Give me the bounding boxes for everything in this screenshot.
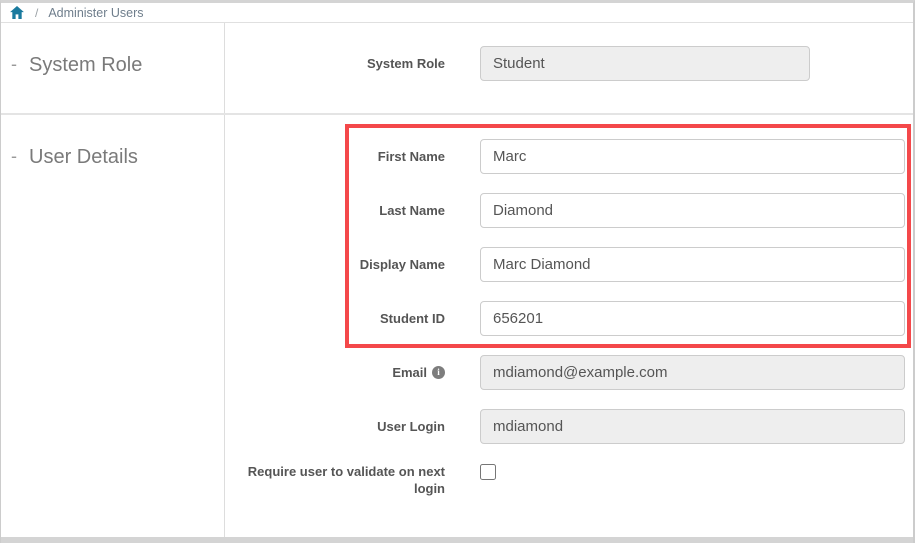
sidebar-heading-system-role[interactable]: - System Role (11, 53, 224, 77)
last-name-label: Last Name (225, 203, 445, 218)
sidebar-system-role: - System Role (1, 23, 225, 113)
first-name-field[interactable] (480, 139, 905, 174)
system-role-label: System Role (225, 56, 445, 71)
email-label: Email (392, 365, 427, 380)
sidebar-heading-label: System Role (29, 53, 142, 77)
home-icon[interactable] (10, 6, 24, 19)
sidebar-heading-label: User Details (29, 145, 138, 169)
user-login-row: User Login (225, 409, 913, 444)
last-name-field[interactable] (480, 193, 905, 228)
system-role-row: System Role (225, 46, 913, 81)
student-id-row: Student ID (225, 301, 913, 336)
email-label-wrap: Email i (225, 365, 445, 380)
collapse-toggle-icon[interactable]: - (11, 145, 17, 167)
email-field (480, 355, 905, 390)
breadcrumb: / Administer Users (1, 3, 913, 23)
section-user-details: - User Details First Name Last Name (1, 115, 913, 537)
section-system-role: - System Role System Role (1, 23, 913, 115)
email-row: Email i (225, 355, 913, 390)
administer-users-page: / Administer Users - System Role System … (0, 0, 915, 543)
horizontal-scrollbar[interactable] (1, 537, 913, 543)
first-name-label: First Name (225, 149, 445, 164)
validate-login-row: Require user to validate on next login (225, 463, 913, 497)
user-details-content: First Name Last Name Display Name (225, 115, 913, 537)
display-name-label: Display Name (225, 257, 445, 272)
page-body: - System Role System Role - User Details (1, 23, 913, 537)
breadcrumb-separator: / (35, 6, 38, 20)
student-id-label: Student ID (225, 311, 445, 326)
system-role-content: System Role (225, 23, 913, 113)
display-name-field[interactable] (480, 247, 905, 282)
first-name-row: First Name (225, 139, 913, 174)
system-role-field (480, 46, 810, 81)
display-name-row: Display Name (225, 247, 913, 282)
last-name-row: Last Name (225, 193, 913, 228)
user-login-label: User Login (225, 419, 445, 434)
validate-checkbox[interactable] (480, 464, 496, 480)
sidebar-user-details: - User Details (1, 115, 225, 537)
breadcrumb-current: Administer Users (48, 6, 143, 20)
sidebar-heading-user-details[interactable]: - User Details (11, 145, 224, 169)
user-login-field (480, 409, 905, 444)
collapse-toggle-icon[interactable]: - (11, 53, 17, 75)
info-icon[interactable]: i (432, 366, 445, 379)
validate-login-label: Require user to validate on next login (225, 463, 445, 497)
student-id-field[interactable] (480, 301, 905, 336)
